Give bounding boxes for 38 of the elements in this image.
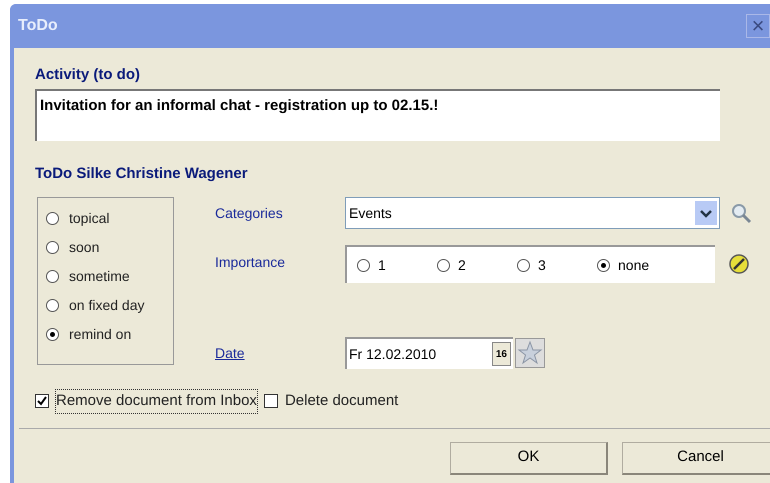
radio-label: 2 <box>458 256 466 274</box>
radio-button[interactable] <box>437 258 450 272</box>
dropdown-value: Events <box>349 204 392 222</box>
radio-button[interactable] <box>597 258 610 272</box>
dialog-button[interactable]: OK <box>450 442 608 474</box>
search-icon[interactable] <box>730 202 752 224</box>
radio-button[interactable] <box>46 299 59 312</box>
radio-label: on fixed day <box>69 296 144 315</box>
checkbox-label: Remove document from Inbox <box>55 389 258 414</box>
radio-label: 1 <box>378 256 386 274</box>
activity-label: Activity (to do) <box>35 65 141 85</box>
radio-label: sometime <box>69 267 130 286</box>
checkbox[interactable] <box>264 394 278 408</box>
radio-label: topical <box>69 209 110 228</box>
calendar-button[interactable]: 16 <box>492 342 511 366</box>
categories-dropdown[interactable]: Events <box>345 197 720 229</box>
dialog-button[interactable]: Cancel <box>622 442 770 474</box>
checkbox-label: Delete document <box>284 391 400 411</box>
importance-label: Importance <box>215 252 286 272</box>
no-entry-icon[interactable] <box>728 253 750 275</box>
section-title: ToDo Silke Christine Wagener <box>35 164 249 184</box>
radio-button[interactable] <box>357 258 370 272</box>
radio-label: remind on <box>69 325 132 344</box>
radio-button[interactable] <box>46 270 59 283</box>
date-link[interactable]: Date <box>215 342 345 364</box>
radio-button[interactable] <box>517 258 530 272</box>
radio-button[interactable] <box>46 328 59 341</box>
checkbox[interactable] <box>35 394 49 408</box>
radio-label: 3 <box>538 256 546 274</box>
radio-button[interactable] <box>46 212 59 225</box>
radio-label: none <box>618 256 650 274</box>
radio-button[interactable] <box>46 241 59 254</box>
window-title: ToDo <box>18 16 58 36</box>
radio-label: soon <box>69 238 100 257</box>
activity-field[interactable]: Invitation for an informal chat - registration up to 02.15.! <box>35 88 720 140</box>
date-value: Fr 12.02.2010 <box>349 344 436 364</box>
categories-label: Categories <box>215 204 284 223</box>
date-field[interactable]: Fr 12.02.2010 16 <box>345 337 513 369</box>
